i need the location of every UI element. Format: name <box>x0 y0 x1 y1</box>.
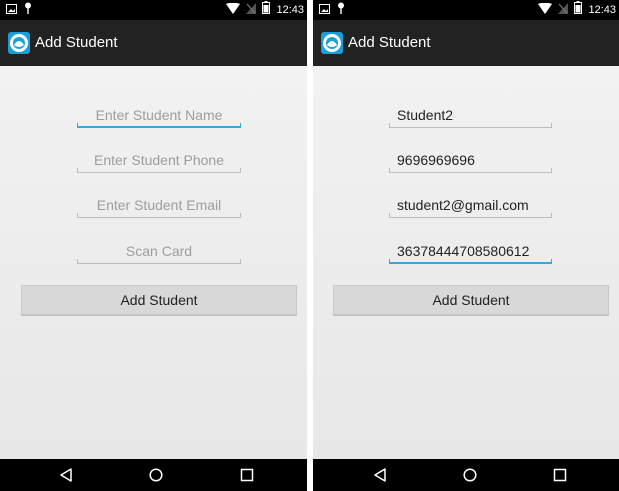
student-name-placeholder: Enter Student Name <box>95 107 223 123</box>
status-bar: 12:43 <box>0 0 307 20</box>
field-underline <box>389 259 552 264</box>
phone-screen-empty-form: 12:43 Add Student Enter Student Name Ent… <box>0 0 307 491</box>
student-email-placeholder: Enter Student Email <box>96 197 222 213</box>
student-phone-field[interactable]: 9696969696 <box>389 151 552 173</box>
student-name-value: Student2 <box>397 107 454 123</box>
status-time: 12:43 <box>276 4 304 16</box>
student-email-field[interactable]: student2@gmail.com <box>389 196 552 218</box>
scan-card-field[interactable]: 36378444708580612 <box>389 242 552 264</box>
wifi-icon <box>538 1 553 19</box>
app-title: Add Student <box>35 34 118 51</box>
phone-screen-filled-form: 12:43 Add Student Student2 9696969696 st… <box>313 0 619 491</box>
student-name-field[interactable]: Enter Student Name <box>77 106 241 128</box>
recents-icon[interactable] <box>551 467 569 483</box>
student-name-field[interactable]: Student2 <box>389 106 552 128</box>
field-underline <box>77 168 241 173</box>
app-icon <box>8 32 30 54</box>
add-student-button[interactable]: Add Student <box>333 285 609 315</box>
app-icon <box>321 32 343 54</box>
image-notification-icon <box>6 1 17 19</box>
status-time: 12:43 <box>588 4 616 16</box>
student-phone-placeholder: Enter Student Phone <box>94 152 224 168</box>
student-phone-field[interactable]: Enter Student Phone <box>77 151 241 173</box>
scan-card-value: 36378444708580612 <box>397 243 530 259</box>
field-underline <box>77 123 241 128</box>
pin-notification-icon <box>337 1 345 19</box>
battery-icon <box>262 1 271 19</box>
status-bar: 12:43 <box>313 0 619 20</box>
field-underline <box>389 123 552 128</box>
student-email-field[interactable]: Enter Student Email <box>77 196 241 218</box>
no-signal-icon <box>558 1 569 19</box>
battery-icon <box>574 1 583 19</box>
wifi-icon <box>226 1 241 19</box>
app-title: Add Student <box>348 34 431 51</box>
home-icon[interactable] <box>147 467 165 483</box>
field-underline <box>77 213 241 218</box>
no-signal-icon <box>246 1 257 19</box>
student-email-value: student2@gmail.com <box>397 197 529 213</box>
add-student-button[interactable]: Add Student <box>21 285 297 315</box>
student-phone-value: 9696969696 <box>397 152 475 168</box>
navigation-bar <box>313 459 619 491</box>
field-underline <box>389 168 552 173</box>
back-icon[interactable] <box>57 467 75 483</box>
scan-card-field[interactable]: Scan Card <box>77 242 241 264</box>
home-icon[interactable] <box>461 467 479 483</box>
back-icon[interactable] <box>371 467 389 483</box>
image-notification-icon <box>319 1 330 19</box>
field-underline <box>77 259 241 264</box>
field-underline <box>389 213 552 218</box>
pin-notification-icon <box>24 1 32 19</box>
scan-card-placeholder: Scan Card <box>125 243 193 259</box>
action-bar: Add Student <box>0 20 307 66</box>
recents-icon[interactable] <box>238 467 256 483</box>
action-bar: Add Student <box>313 20 619 66</box>
navigation-bar <box>0 459 307 491</box>
